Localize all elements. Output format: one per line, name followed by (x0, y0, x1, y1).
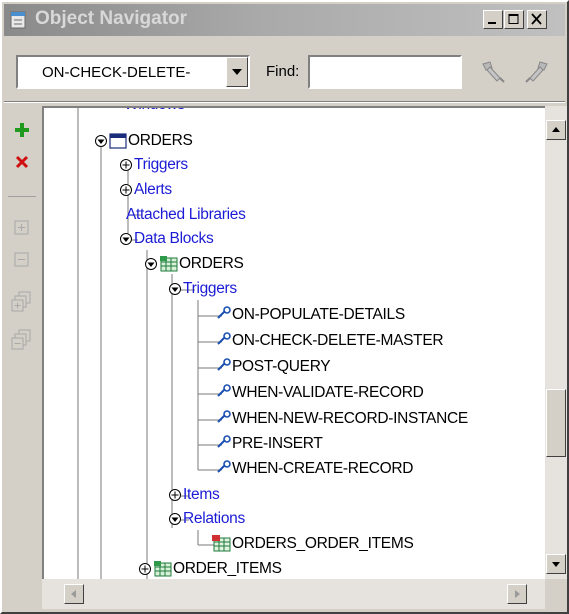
tree-node-label: Attached Libraries (126, 206, 246, 223)
tree-node-label: Alerts (134, 181, 172, 198)
arrow-up-icon (552, 127, 560, 132)
find-label: Find: (266, 63, 300, 80)
minimize-button[interactable] (483, 10, 503, 29)
scroll-right-button[interactable] (507, 584, 527, 604)
window-title: Object Navigator (35, 8, 188, 29)
scrollbar-corner (545, 579, 567, 609)
scroll-up-button[interactable] (546, 120, 566, 140)
scroll-left-button[interactable] (64, 584, 84, 604)
tree-node-label: Relations (183, 510, 245, 527)
form-module-icon (109, 133, 127, 149)
close-icon (531, 13, 542, 25)
tree-node-label: Triggers (183, 280, 237, 297)
object-navigator-window: Object Navigator ON-CHECK-DELETE- Find: (0, 0, 569, 614)
tree-node-label: ON-CHECK-DELETE-MASTER (232, 332, 444, 349)
tree-node-label: WHEN-NEW-RECORD-INSTANCE (232, 410, 468, 427)
data-block-icon (160, 256, 178, 272)
minimize-icon (488, 22, 496, 24)
vertical-scroll-thumb[interactable] (546, 389, 566, 458)
tree-node-label: Items (183, 486, 220, 503)
expand-node-icon[interactable] (119, 158, 133, 172)
flashlight-search-back-icon[interactable] (480, 58, 508, 86)
collapse-node-icon[interactable] (94, 134, 108, 148)
tree-node-label: Triggers (134, 156, 188, 173)
tree-node-label: Data Blocks (134, 230, 214, 247)
expand-node-icon[interactable] (119, 183, 133, 197)
toolbar-divider (4, 101, 565, 103)
trigger-icon (217, 384, 231, 397)
arrow-left-icon (71, 590, 76, 598)
arrow-right-icon (515, 590, 520, 598)
create-icon[interactable] (10, 118, 34, 142)
object-tree[interactable]: Windows ORDERSTriggersAlertsAttached Lib… (42, 106, 545, 579)
collapse-node-icon[interactable] (144, 257, 158, 271)
collapse-icon[interactable] (10, 248, 34, 272)
collapse-node-icon[interactable] (168, 512, 182, 526)
close-button[interactable] (527, 10, 547, 29)
title-bar[interactable]: Object Navigator (4, 4, 565, 36)
arrow-down-icon (552, 562, 560, 567)
tree-node-label: ON-POPULATE-DETAILS (232, 306, 405, 323)
trigger-icon (217, 332, 231, 345)
tree-node-label: PRE-INSERT (232, 435, 323, 452)
horizontal-scrollbar[interactable] (42, 579, 545, 609)
navigator-toolbar: ON-CHECK-DELETE- Find: (4, 38, 565, 100)
tree-node-label: WHEN-CREATE-RECORD (232, 460, 414, 477)
delete-icon[interactable] (10, 150, 34, 174)
object-selector-dropdown-button[interactable] (226, 57, 248, 87)
tree-node-label: WHEN-VALIDATE-RECORD (232, 384, 424, 401)
trigger-icon (217, 435, 231, 448)
object-navigator-icon (10, 11, 26, 29)
collapse-node-icon[interactable] (119, 232, 133, 246)
trigger-icon (217, 460, 231, 473)
expand-node-icon[interactable] (138, 562, 152, 576)
tree-node-label: ORDERS (128, 132, 193, 149)
maximize-icon (508, 14, 519, 24)
tree-node-label: ORDERS_ORDER_ITEMS (232, 535, 414, 552)
chevron-down-icon (232, 69, 242, 75)
tree-node-label: ORDER_ITEMS (173, 560, 282, 577)
tree-node-label: POST-QUERY (232, 358, 331, 375)
find-input[interactable] (308, 55, 462, 89)
relation-icon (212, 535, 231, 552)
side-toolbar (4, 106, 40, 612)
trigger-icon (217, 410, 231, 423)
object-selector-value: ON-CHECK-DELETE- (42, 64, 191, 81)
maximize-button[interactable] (504, 10, 524, 29)
object-selector[interactable]: ON-CHECK-DELETE- (16, 55, 250, 89)
expand-all-icon[interactable] (10, 290, 34, 314)
trigger-icon (217, 306, 231, 319)
scroll-down-button[interactable] (546, 554, 566, 574)
collapse-all-icon[interactable] (10, 328, 34, 352)
trigger-icon (217, 358, 231, 371)
vertical-scrollbar[interactable] (545, 106, 567, 579)
expand-node-icon[interactable] (168, 488, 182, 502)
expand-icon[interactable] (10, 216, 34, 240)
collapse-node-icon[interactable] (168, 282, 182, 296)
flashlight-search-forward-icon[interactable] (522, 58, 550, 86)
data-block-icon (154, 561, 172, 577)
tree-node-label: ORDERS (179, 255, 244, 272)
